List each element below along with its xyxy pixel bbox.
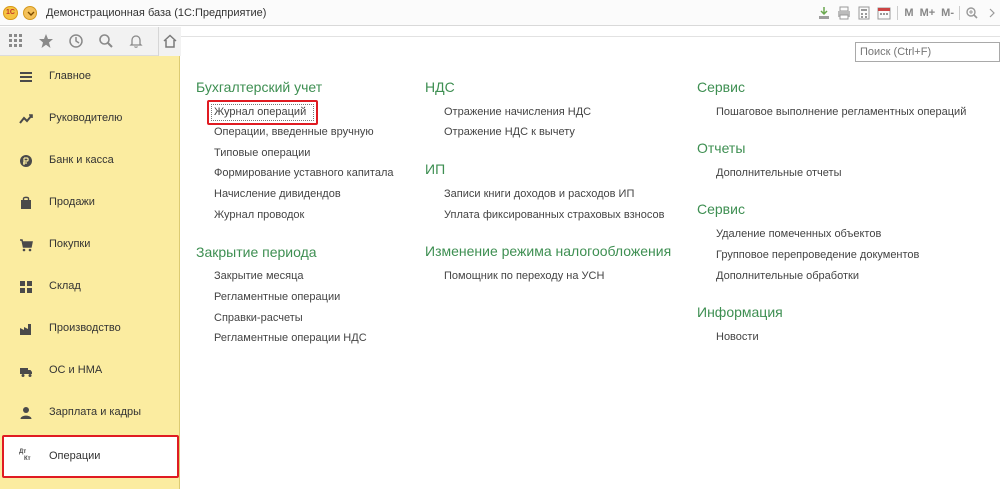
link-delete-marked[interactable]: Удаление помеченных объектов bbox=[716, 228, 881, 240]
link-additional-processing[interactable]: Дополнительные обработки bbox=[716, 270, 859, 282]
section-title-service: Сервис bbox=[697, 79, 745, 95]
focus-frame bbox=[211, 104, 314, 121]
sidebar-item-operations[interactable]: Дт Кт Операции bbox=[2, 435, 179, 478]
link-typical-operations[interactable]: Типовые операции bbox=[214, 147, 310, 159]
dt-kt-icon: Дт Кт bbox=[19, 449, 35, 465]
link-ip-income-book[interactable]: Записи книги доходов и расходов ИП bbox=[444, 188, 634, 200]
home-icon bbox=[163, 34, 177, 48]
search-input[interactable] bbox=[856, 43, 999, 61]
toolbar-separator bbox=[959, 6, 960, 20]
calculator-icon[interactable] bbox=[856, 5, 872, 21]
section-title-ip: ИП bbox=[425, 161, 446, 177]
sidebar-item-bank[interactable]: Банк и касса bbox=[0, 140, 180, 182]
grid-icon bbox=[20, 281, 32, 293]
sidebar-item-label: Покупки bbox=[49, 238, 91, 250]
link-additional-reports[interactable]: Дополнительные отчеты bbox=[716, 167, 841, 179]
kt-label: Кт bbox=[24, 456, 31, 462]
coin-icon bbox=[20, 155, 32, 167]
more-icon[interactable] bbox=[984, 5, 1000, 21]
sidebar-item-salary[interactable]: Зарплата и кадры bbox=[0, 392, 180, 434]
sidebar-toolbar bbox=[0, 27, 180, 56]
link-routine-operations[interactable]: Регламентные операции bbox=[214, 291, 340, 303]
bell-icon[interactable] bbox=[128, 33, 144, 49]
section-title-reports: Отчеты bbox=[697, 140, 746, 156]
section-title-period-closing: Закрытие периода bbox=[196, 244, 317, 260]
trend-icon bbox=[19, 114, 33, 124]
dt-label: Дт bbox=[19, 449, 27, 455]
download-icon[interactable] bbox=[816, 5, 832, 21]
sidebar-item-manager[interactable]: Руководителю bbox=[0, 98, 180, 140]
sidebar-item-label: Зарплата и кадры bbox=[49, 406, 142, 418]
section-title-tax-regime: Изменение режима налогообложения bbox=[425, 243, 672, 259]
factory-icon bbox=[20, 324, 31, 335]
link-vat-routine-operations[interactable]: Регламентные операции НДС bbox=[214, 332, 367, 344]
link-group-reposting[interactable]: Групповое перепроведение документов bbox=[716, 249, 919, 261]
cart-icon bbox=[20, 239, 33, 252]
link-vat-deduction[interactable]: Отражение НДС к вычету bbox=[444, 126, 575, 138]
section-title-service-2: Сервис bbox=[697, 201, 745, 217]
history-icon[interactable] bbox=[68, 33, 84, 49]
bag-icon bbox=[21, 196, 31, 209]
toolbar-separator bbox=[897, 6, 899, 20]
sidebar-item-sales[interactable]: Продажи bbox=[0, 182, 180, 224]
section-title-accounting: Бухгалтерский учет bbox=[196, 79, 323, 95]
search-field[interactable] bbox=[855, 42, 1000, 62]
link-reference-calculations[interactable]: Справки-расчеты bbox=[214, 312, 303, 324]
window-title: Демонстрационная база (1С:Предприятие) bbox=[46, 7, 267, 19]
main-menu-button[interactable] bbox=[23, 6, 37, 20]
sidebar-item-label: Производство bbox=[49, 322, 121, 334]
home-tab[interactable] bbox=[158, 27, 181, 56]
link-usn-assistant[interactable]: Помощник по переходу на УСН bbox=[444, 270, 604, 282]
link-month-closing[interactable]: Закрытие месяца bbox=[214, 270, 304, 282]
link-authorized-capital[interactable]: Формирование уставного капитала bbox=[214, 167, 394, 179]
sidebar-item-label: Руководителю bbox=[49, 112, 123, 124]
memory-m-button[interactable]: M bbox=[904, 7, 913, 19]
link-entries-journal[interactable]: Журнал проводок bbox=[214, 209, 304, 221]
hamburger-icon bbox=[20, 72, 32, 82]
calendar-icon[interactable] bbox=[876, 5, 892, 21]
star-icon[interactable] bbox=[38, 33, 54, 49]
sidebar-item-production[interactable]: Производство bbox=[0, 308, 180, 350]
all-functions-icon[interactable] bbox=[8, 33, 24, 49]
search-icon[interactable] bbox=[98, 33, 114, 49]
sections-sidebar: Главное Руководителю Банк и касса Продаж… bbox=[0, 56, 180, 489]
sidebar-item-label: Склад bbox=[49, 280, 81, 292]
link-news[interactable]: Новости bbox=[716, 331, 759, 343]
title-toolbar: M M+ M- bbox=[812, 3, 1000, 23]
sidebar-item-assets[interactable]: ОС и НМА bbox=[0, 350, 180, 392]
sidebar-item-label: ОС и НМА bbox=[49, 364, 103, 376]
person-icon bbox=[20, 407, 32, 419]
sidebar-item-purchases[interactable]: Покупки bbox=[0, 224, 180, 266]
sidebar-item-label: Банк и касса bbox=[49, 154, 114, 166]
main-header-strip bbox=[181, 27, 1000, 37]
sidebar-item-label: Операции bbox=[49, 450, 101, 462]
link-manual-operations[interactable]: Операции, введенные вручную bbox=[214, 126, 374, 138]
section-title-information: Информация bbox=[697, 304, 783, 320]
memory-m-plus-button[interactable]: M+ bbox=[920, 7, 936, 19]
link-stepwise-routine[interactable]: Пошаговое выполнение регламентных операц… bbox=[716, 106, 966, 118]
app-logo-icon: 1С bbox=[3, 6, 18, 20]
section-title-vat: НДС bbox=[425, 79, 455, 95]
truck-icon bbox=[20, 368, 32, 377]
link-dividends[interactable]: Начисление дивидендов bbox=[214, 188, 341, 200]
sidebar-item-warehouse[interactable]: Склад bbox=[0, 266, 180, 308]
link-fixed-insurance[interactable]: Уплата фиксированных страховых взносов bbox=[444, 209, 664, 221]
memory-m-minus-button[interactable]: M- bbox=[941, 7, 954, 19]
sidebar-item-label: Продажи bbox=[49, 196, 95, 208]
title-bar: 1С Демонстрационная база (1С:Предприятие… bbox=[0, 0, 1000, 26]
sidebar-item-label: Главное bbox=[49, 70, 92, 82]
link-vat-accrual[interactable]: Отражение начисления НДС bbox=[444, 106, 591, 118]
print-icon[interactable] bbox=[836, 5, 852, 21]
sidebar-item-main[interactable]: Главное bbox=[0, 56, 180, 98]
zoom-icon[interactable] bbox=[964, 5, 980, 21]
